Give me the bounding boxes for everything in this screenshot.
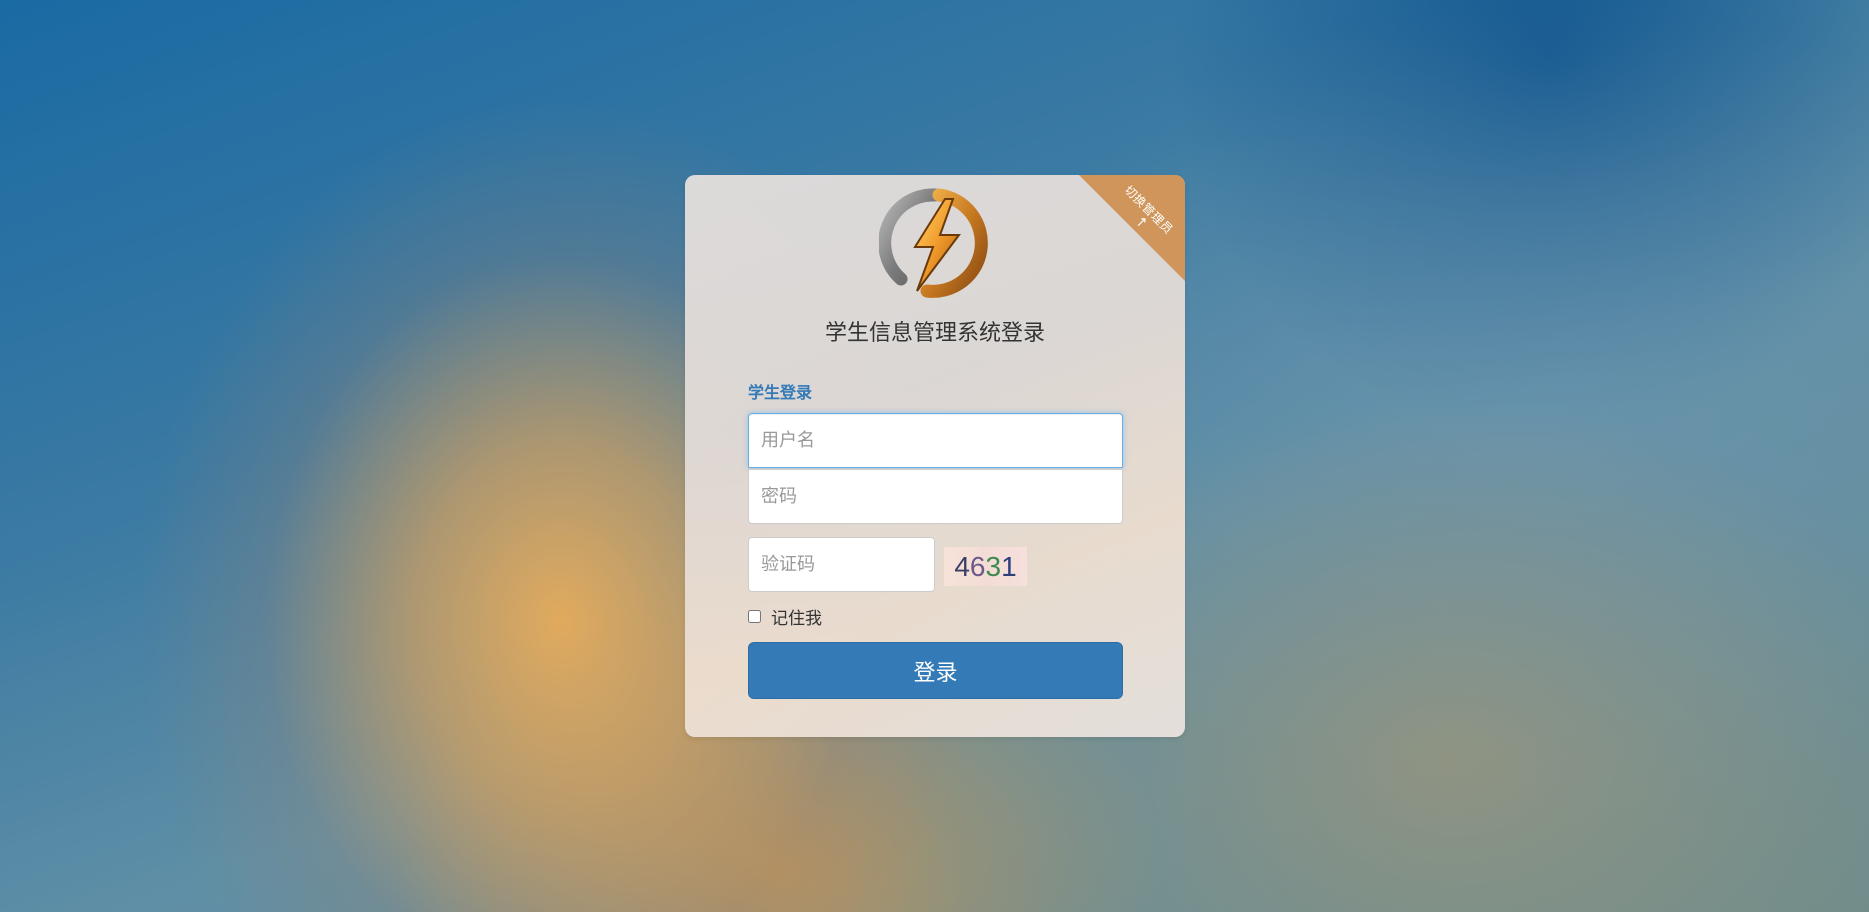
remember-me-checkbox[interactable]	[748, 610, 761, 623]
captcha-digit: 4	[954, 550, 970, 582]
login-card: 切换管理员 ↑ 学生信息管理系统登录 学生登录 用户名 验证码 4 6 3 1 …	[685, 175, 1185, 737]
username-input[interactable]	[748, 413, 1123, 468]
login-button[interactable]: 登录	[748, 642, 1123, 699]
student-login-label: 学生登录	[748, 385, 813, 402]
captcha-digit: 3	[985, 550, 1002, 582]
captcha-input[interactable]	[748, 537, 935, 592]
captcha-digit: 6	[969, 550, 986, 582]
lightning-bolt-logo-icon	[879, 188, 988, 298]
system-title: 学生信息管理系统登录	[824, 320, 1045, 345]
captcha-image[interactable]: 4 6 3 1	[944, 547, 1027, 586]
remember-me-row: 记住我	[748, 604, 822, 629]
remember-me-label[interactable]: 记住我	[771, 604, 822, 629]
captcha-digit: 1	[1001, 550, 1017, 582]
password-input[interactable]	[748, 469, 1123, 524]
